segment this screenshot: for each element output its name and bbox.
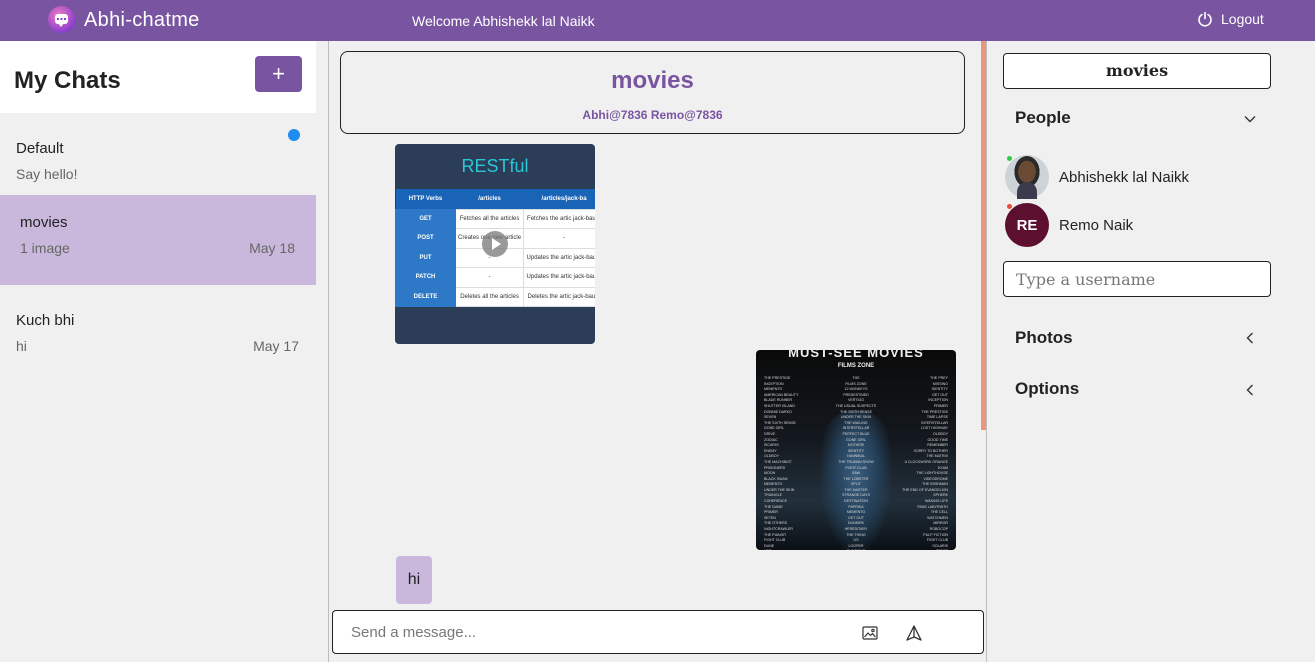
logout-label: Logout bbox=[1221, 11, 1264, 27]
chat-members: Abhi@7836 Remo@7836 bbox=[582, 108, 723, 122]
member-item[interactable]: RE Remo Naik bbox=[1005, 203, 1133, 247]
chat-date: May 17 bbox=[253, 338, 299, 354]
chat-date: May 18 bbox=[249, 240, 295, 256]
poster-film-title: SHUTTER ISLAND bbox=[764, 403, 795, 408]
member-name: Abhishekk lal Naikk bbox=[1059, 168, 1190, 186]
chat-list-sidebar: My Chats + Default Say hello! movies 1 i… bbox=[0, 41, 316, 662]
chat-name: movies bbox=[20, 214, 68, 231]
table-cell: PUT bbox=[395, 247, 456, 268]
table-cell: Deletes the artic jack-bauer bbox=[523, 286, 595, 307]
chevron-down-icon[interactable] bbox=[1243, 112, 1257, 126]
offline-status-dot bbox=[1007, 204, 1012, 209]
table-header: /articles bbox=[455, 189, 524, 209]
play-icon[interactable] bbox=[482, 231, 508, 257]
chat-item-movies[interactable]: movies 1 image May 18 bbox=[0, 195, 316, 285]
sidebar-header: My Chats + bbox=[0, 41, 316, 113]
logout-button[interactable]: Logout bbox=[1197, 11, 1264, 27]
scrollbar-accent bbox=[981, 41, 986, 430]
chat-name: Kuch bhi bbox=[16, 312, 75, 329]
chat-item-kuch-bhi[interactable]: Kuch bhi hi May 17 bbox=[0, 293, 316, 383]
message-composer bbox=[332, 610, 984, 654]
message-input[interactable] bbox=[341, 619, 841, 645]
poster-film-title: THE USUAL SUSPECTS bbox=[835, 403, 877, 408]
chevron-left-icon[interactable] bbox=[1243, 383, 1257, 397]
image-title: RESTful bbox=[461, 156, 529, 176]
people-section-header[interactable]: People bbox=[1015, 108, 1071, 128]
chat-title: movies bbox=[611, 67, 694, 94]
unread-indicator bbox=[288, 129, 300, 141]
table-cell: DELETE bbox=[395, 286, 456, 307]
text-message: hi bbox=[396, 556, 432, 604]
avatar: RE bbox=[1005, 203, 1049, 247]
table-header: /articles/jack-ba bbox=[523, 189, 595, 209]
chat-preview: Say hello! bbox=[16, 166, 78, 182]
image-message-poster[interactable]: MUST-SEE MOVIES FILMS ZONE THE PRESTIGE I… bbox=[756, 350, 956, 550]
poster-film-title: HER bbox=[764, 549, 798, 550]
poster-film-title: TENET bbox=[902, 549, 948, 550]
table-cell: Updates the artic jack-bauer bbox=[523, 247, 595, 268]
poster-film-title: SUNSHINE bbox=[834, 549, 878, 550]
details-title: movies bbox=[1003, 53, 1271, 89]
my-chats-title: My Chats bbox=[14, 67, 121, 94]
app-title: Abhi-chatme bbox=[84, 9, 200, 31]
table-cell: - bbox=[523, 228, 595, 249]
table-cell: Updates the artic jack-bauer bbox=[523, 267, 595, 288]
table-cell: Deletes all the articles bbox=[454, 286, 525, 307]
photos-section-header[interactable]: Photos bbox=[1015, 328, 1073, 348]
app-logo-icon bbox=[48, 6, 75, 33]
welcome-text: Welcome Abhishekk lal Naikk bbox=[412, 13, 595, 29]
member-item[interactable]: Abhishekk lal Naikk bbox=[1005, 155, 1189, 199]
top-bar: Abhi-chatme Welcome Abhishekk lal Naikk … bbox=[0, 0, 1315, 41]
table-cell: PATCH bbox=[395, 267, 456, 288]
poster-column-left: THE PRESTIGE INCEPTION MEMENTO AMERICAN BEA… bbox=[764, 376, 798, 550]
add-member-input[interactable] bbox=[1003, 261, 1271, 297]
options-section-header[interactable]: Options bbox=[1015, 379, 1079, 399]
chat-header: movies Abhi@7836 Remo@7836 bbox=[340, 51, 965, 134]
table-cell: POST bbox=[395, 228, 456, 249]
table-header: HTTP Verbs bbox=[395, 189, 456, 209]
avatar bbox=[1005, 155, 1049, 199]
image-attach-icon[interactable] bbox=[862, 626, 878, 640]
poster-film-title: THE TRUMAN SHOW bbox=[838, 459, 874, 464]
poster-column-right: THE PREY MISSING IDENTITY GET OUT INCEPTION P… bbox=[902, 376, 948, 550]
chat-name: Default bbox=[16, 140, 64, 157]
table-cell: GET bbox=[395, 208, 456, 229]
power-icon bbox=[1198, 11, 1212, 27]
poster-film-title: A CLOCKWORK ORANGE bbox=[904, 459, 948, 464]
table-cell: Fetches all the articles bbox=[454, 208, 525, 229]
poster-subheader: FILMS ZONE bbox=[837, 363, 875, 369]
table-cell: - bbox=[454, 267, 525, 288]
chat-preview: 1 image bbox=[20, 240, 70, 256]
chat-details-panel: movies People Abhishekk lal Naikk RE Rem… bbox=[981, 41, 1315, 662]
image-message-restful[interactable]: RESTful HTTP Verbs /articles /articles/j… bbox=[395, 144, 595, 344]
new-chat-button[interactable]: + bbox=[255, 56, 302, 92]
send-icon[interactable] bbox=[906, 625, 922, 641]
avatar-initials: RE bbox=[1016, 216, 1038, 234]
poster-header: MUST-SEE MOVIES bbox=[788, 350, 924, 360]
table-cell: Fetches the artic jack-bauer bbox=[523, 208, 595, 229]
chat-preview: hi bbox=[16, 338, 27, 354]
chat-area: movies Abhi@7836 Remo@7836 RESTful HTTP … bbox=[328, 41, 987, 662]
member-name: Remo Naik bbox=[1059, 216, 1134, 234]
chevron-left-icon[interactable] bbox=[1243, 331, 1257, 345]
poster-column-center: THE FILMS ZONE 12 MONKEYS PREDESTINED VERTIG… bbox=[834, 376, 878, 550]
online-status-dot bbox=[1007, 156, 1012, 161]
